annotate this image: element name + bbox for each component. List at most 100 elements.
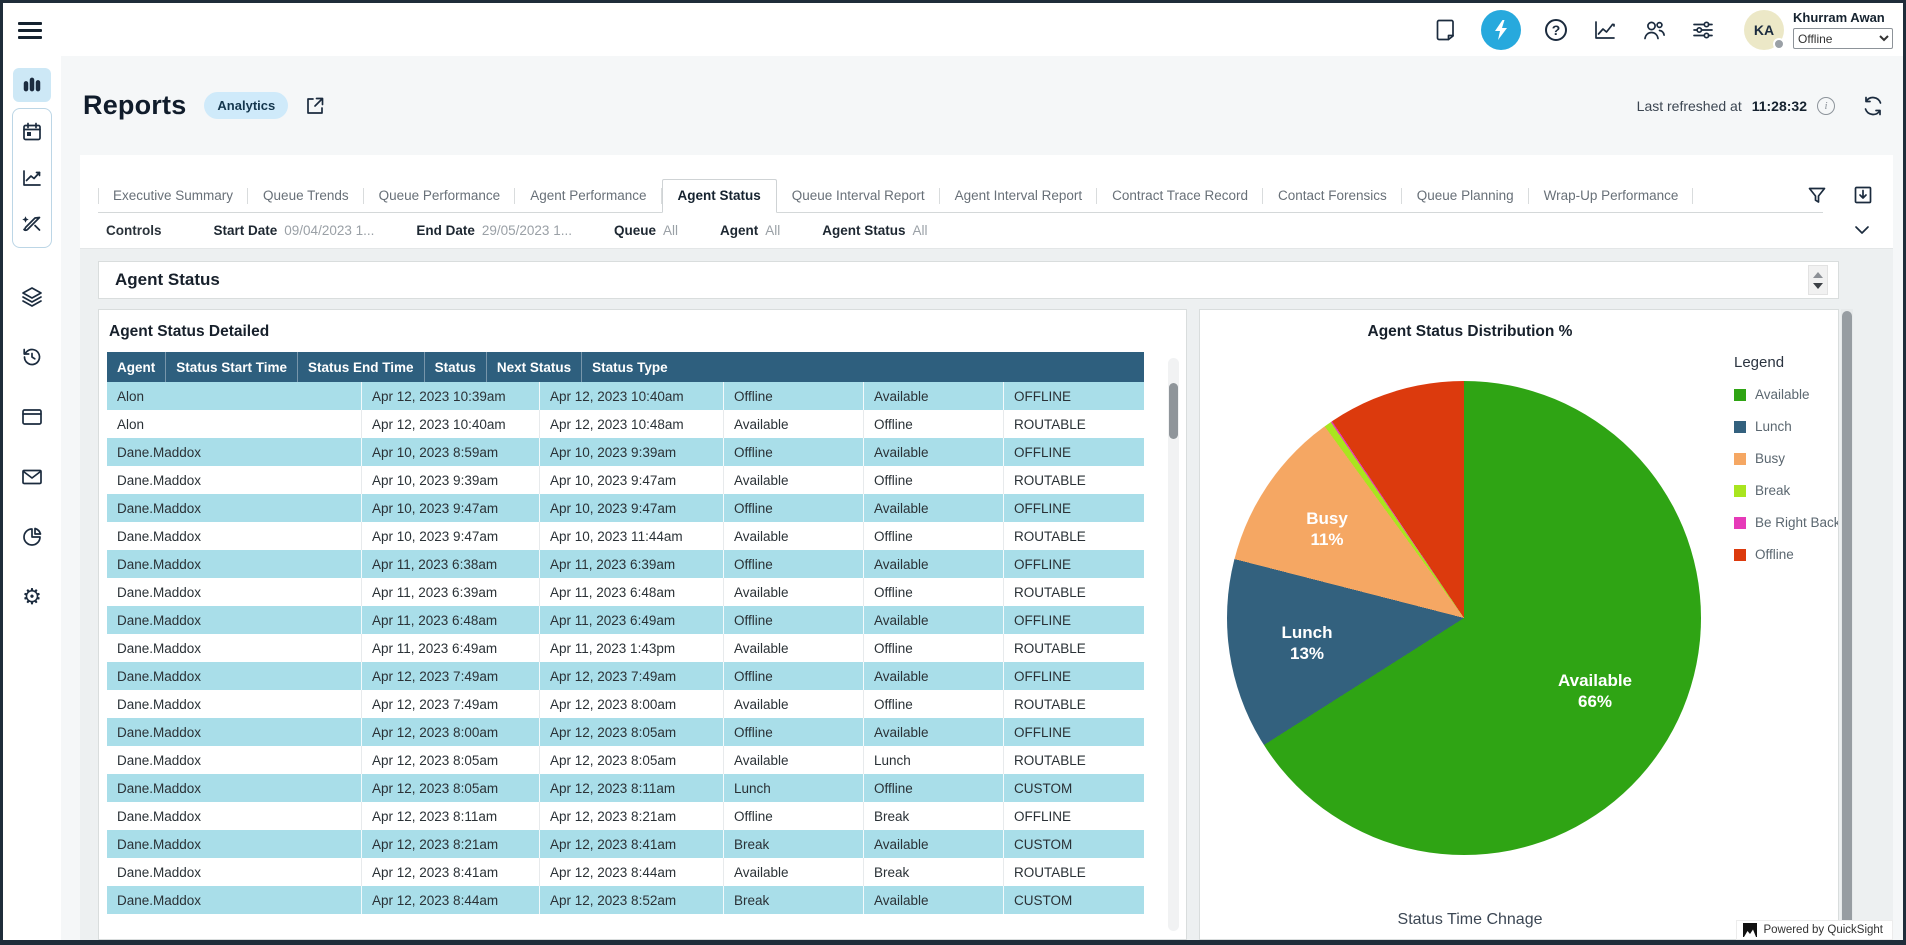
sidebar-item-history[interactable] xyxy=(13,340,51,374)
table-row[interactable]: Dane.Maddox Apr 10, 2023 9:39am Apr 10, … xyxy=(107,466,1144,494)
cell-end-time: Apr 12, 2023 8:52am xyxy=(540,886,724,914)
analytics-badge[interactable]: Analytics xyxy=(204,92,288,119)
cell-agent: Dane.Maddox xyxy=(107,550,362,578)
table-row[interactable]: Dane.Maddox Apr 12, 2023 8:41am Apr 12, … xyxy=(107,858,1144,886)
sidebar-item-layers[interactable] xyxy=(13,280,51,314)
sidebar-item-reports[interactable] xyxy=(13,68,51,102)
table-row[interactable]: Dane.Maddox Apr 12, 2023 8:05am Apr 12, … xyxy=(107,774,1144,802)
sheet-tab[interactable]: Queue Planning xyxy=(1402,180,1529,212)
table-row[interactable]: Dane.Maddox Apr 11, 2023 6:38am Apr 11, … xyxy=(107,550,1144,578)
last-refreshed-time: 11:28:32 xyxy=(1752,98,1807,114)
column-header[interactable]: Agent xyxy=(107,352,166,382)
external-link-icon[interactable] xyxy=(304,95,326,117)
legend-item[interactable]: Offline xyxy=(1734,547,1838,562)
table-row[interactable]: Dane.Maddox Apr 12, 2023 8:21am Apr 12, … xyxy=(107,830,1144,858)
sheet-title: Agent Status xyxy=(115,270,220,290)
flash-icon[interactable] xyxy=(1481,10,1521,50)
controls-list: Start Date 09/04/2023 1... End Date 29/0… xyxy=(214,223,970,238)
agent-status-select[interactable]: Offline xyxy=(1793,28,1893,49)
cell-next-status: Available xyxy=(864,662,1004,690)
column-header[interactable]: Status Type xyxy=(582,352,678,382)
table-row[interactable]: Dane.Maddox Apr 10, 2023 8:59am Apr 10, … xyxy=(107,438,1144,466)
table-scrollbar-thumb[interactable] xyxy=(1169,383,1178,439)
cell-status: Lunch xyxy=(724,774,864,802)
control-filter[interactable]: Agent Status All xyxy=(822,223,927,238)
column-header[interactable]: Status End Time xyxy=(298,352,425,382)
sheet-tab[interactable]: Queue Trends xyxy=(248,180,364,212)
avatar[interactable]: KA xyxy=(1744,10,1784,50)
sidebar-item-design[interactable] xyxy=(13,207,51,241)
table-row[interactable]: Alon Apr 12, 2023 10:40am Apr 12, 2023 1… xyxy=(107,410,1144,438)
cell-start-time: Apr 12, 2023 7:49am xyxy=(362,690,540,718)
sliders-icon[interactable] xyxy=(1689,16,1717,44)
sidebar-item-trends[interactable] xyxy=(13,161,51,195)
control-label: Queue xyxy=(614,223,656,238)
cell-status-type: CUSTOM xyxy=(1004,830,1144,858)
legend-item[interactable]: Be Right Back xyxy=(1734,515,1838,530)
sheet-tab[interactable]: Agent Performance xyxy=(515,180,661,212)
table-row[interactable]: Dane.Maddox Apr 12, 2023 8:11am Apr 12, … xyxy=(107,802,1144,830)
metrics-icon[interactable] xyxy=(1591,16,1619,44)
legend-item[interactable]: Available xyxy=(1734,387,1838,402)
dashboard-scrollbar[interactable] xyxy=(1841,309,1853,940)
help-icon[interactable]: ? xyxy=(1542,16,1570,44)
tab-label: Wrap-Up Performance xyxy=(1544,188,1679,203)
table-row[interactable]: Alon Apr 12, 2023 10:39am Apr 12, 2023 1… xyxy=(107,382,1144,410)
table-row[interactable]: Dane.Maddox Apr 10, 2023 9:47am Apr 10, … xyxy=(107,522,1144,550)
table-row[interactable]: Dane.Maddox Apr 12, 2023 8:44am Apr 12, … xyxy=(107,886,1144,914)
sheet-tabs: Executive Summary Queue Trends Queue Per… xyxy=(98,179,1823,213)
legend-item[interactable]: Break xyxy=(1734,483,1838,498)
refresh-icon[interactable] xyxy=(1861,94,1885,118)
sheet-tab[interactable]: Agent Status xyxy=(662,179,777,213)
column-header[interactable]: Status Start Time xyxy=(166,352,298,382)
table-row[interactable]: Dane.Maddox Apr 11, 2023 6:48am Apr 11, … xyxy=(107,606,1144,634)
legend-item[interactable]: Busy xyxy=(1734,451,1838,466)
sidebar-item-window[interactable] xyxy=(13,400,51,434)
control-filter[interactable]: End Date 29/05/2023 1... xyxy=(416,223,572,238)
chevron-down-icon[interactable] xyxy=(1853,223,1871,237)
stepper-control[interactable] xyxy=(1808,265,1828,295)
table-row[interactable]: Dane.Maddox Apr 12, 2023 8:00am Apr 12, … xyxy=(107,718,1144,746)
sheet-tab[interactable]: Wrap-Up Performance xyxy=(1529,180,1694,212)
sheet-tab[interactable]: Queue Performance xyxy=(364,180,516,212)
legend-item[interactable]: Lunch xyxy=(1734,419,1838,434)
pie-chart[interactable]: Busy11% Lunch13% Available66% xyxy=(1227,381,1701,855)
table-scrollbar[interactable] xyxy=(1168,358,1179,931)
sidebar-item-analytics[interactable] xyxy=(13,520,51,554)
download-icon[interactable] xyxy=(1851,183,1875,207)
calendar-icon xyxy=(21,121,43,143)
note-icon[interactable] xyxy=(1432,16,1460,44)
sheet-tab[interactable]: Agent Interval Report xyxy=(940,180,1098,212)
sheet-tab[interactable]: Executive Summary xyxy=(98,180,248,212)
cell-end-time: Apr 12, 2023 8:05am xyxy=(540,718,724,746)
table-row[interactable]: Dane.Maddox Apr 11, 2023 6:49am Apr 11, … xyxy=(107,634,1144,662)
legend-label: Busy xyxy=(1755,451,1785,466)
tab-label: Agent Performance xyxy=(530,188,646,203)
info-icon[interactable]: i xyxy=(1817,97,1835,115)
dashboard-scrollbar-thumb[interactable] xyxy=(1842,311,1852,938)
cell-start-time: Apr 12, 2023 8:44am xyxy=(362,886,540,914)
column-header[interactable]: Status xyxy=(425,352,487,382)
sidebar-item-settings[interactable]: ⚙ xyxy=(13,580,51,614)
control-filter[interactable]: Queue All xyxy=(614,223,678,238)
sidebar-item-mail[interactable] xyxy=(13,460,51,494)
sheet-tab[interactable]: Contract Trace Record xyxy=(1097,180,1263,212)
table-row[interactable]: Dane.Maddox Apr 12, 2023 8:05am Apr 12, … xyxy=(107,746,1144,774)
cell-next-status: Offline xyxy=(864,466,1004,494)
table-row[interactable]: Dane.Maddox Apr 11, 2023 6:39am Apr 11, … xyxy=(107,578,1144,606)
table-row[interactable]: Dane.Maddox Apr 12, 2023 7:49am Apr 12, … xyxy=(107,662,1144,690)
hamburger-menu-icon[interactable] xyxy=(18,18,42,40)
control-value: 29/05/2023 1... xyxy=(482,223,572,238)
sheet-tab[interactable]: Contact Forensics xyxy=(1263,180,1402,212)
control-filter[interactable]: Agent All xyxy=(720,223,780,238)
control-filter[interactable]: Start Date 09/04/2023 1... xyxy=(214,223,375,238)
column-header[interactable]: Next Status xyxy=(487,352,582,382)
table-row[interactable]: Dane.Maddox Apr 10, 2023 9:47am Apr 10, … xyxy=(107,494,1144,522)
sidebar-item-calendar[interactable] xyxy=(13,115,51,149)
cell-status: Offline xyxy=(724,718,864,746)
gear-icon: ⚙ xyxy=(22,586,42,608)
users-icon[interactable] xyxy=(1640,16,1668,44)
sheet-tab[interactable]: Queue Interval Report xyxy=(777,180,940,212)
cell-agent: Dane.Maddox xyxy=(107,858,362,886)
table-row[interactable]: Dane.Maddox Apr 12, 2023 7:49am Apr 12, … xyxy=(107,690,1144,718)
